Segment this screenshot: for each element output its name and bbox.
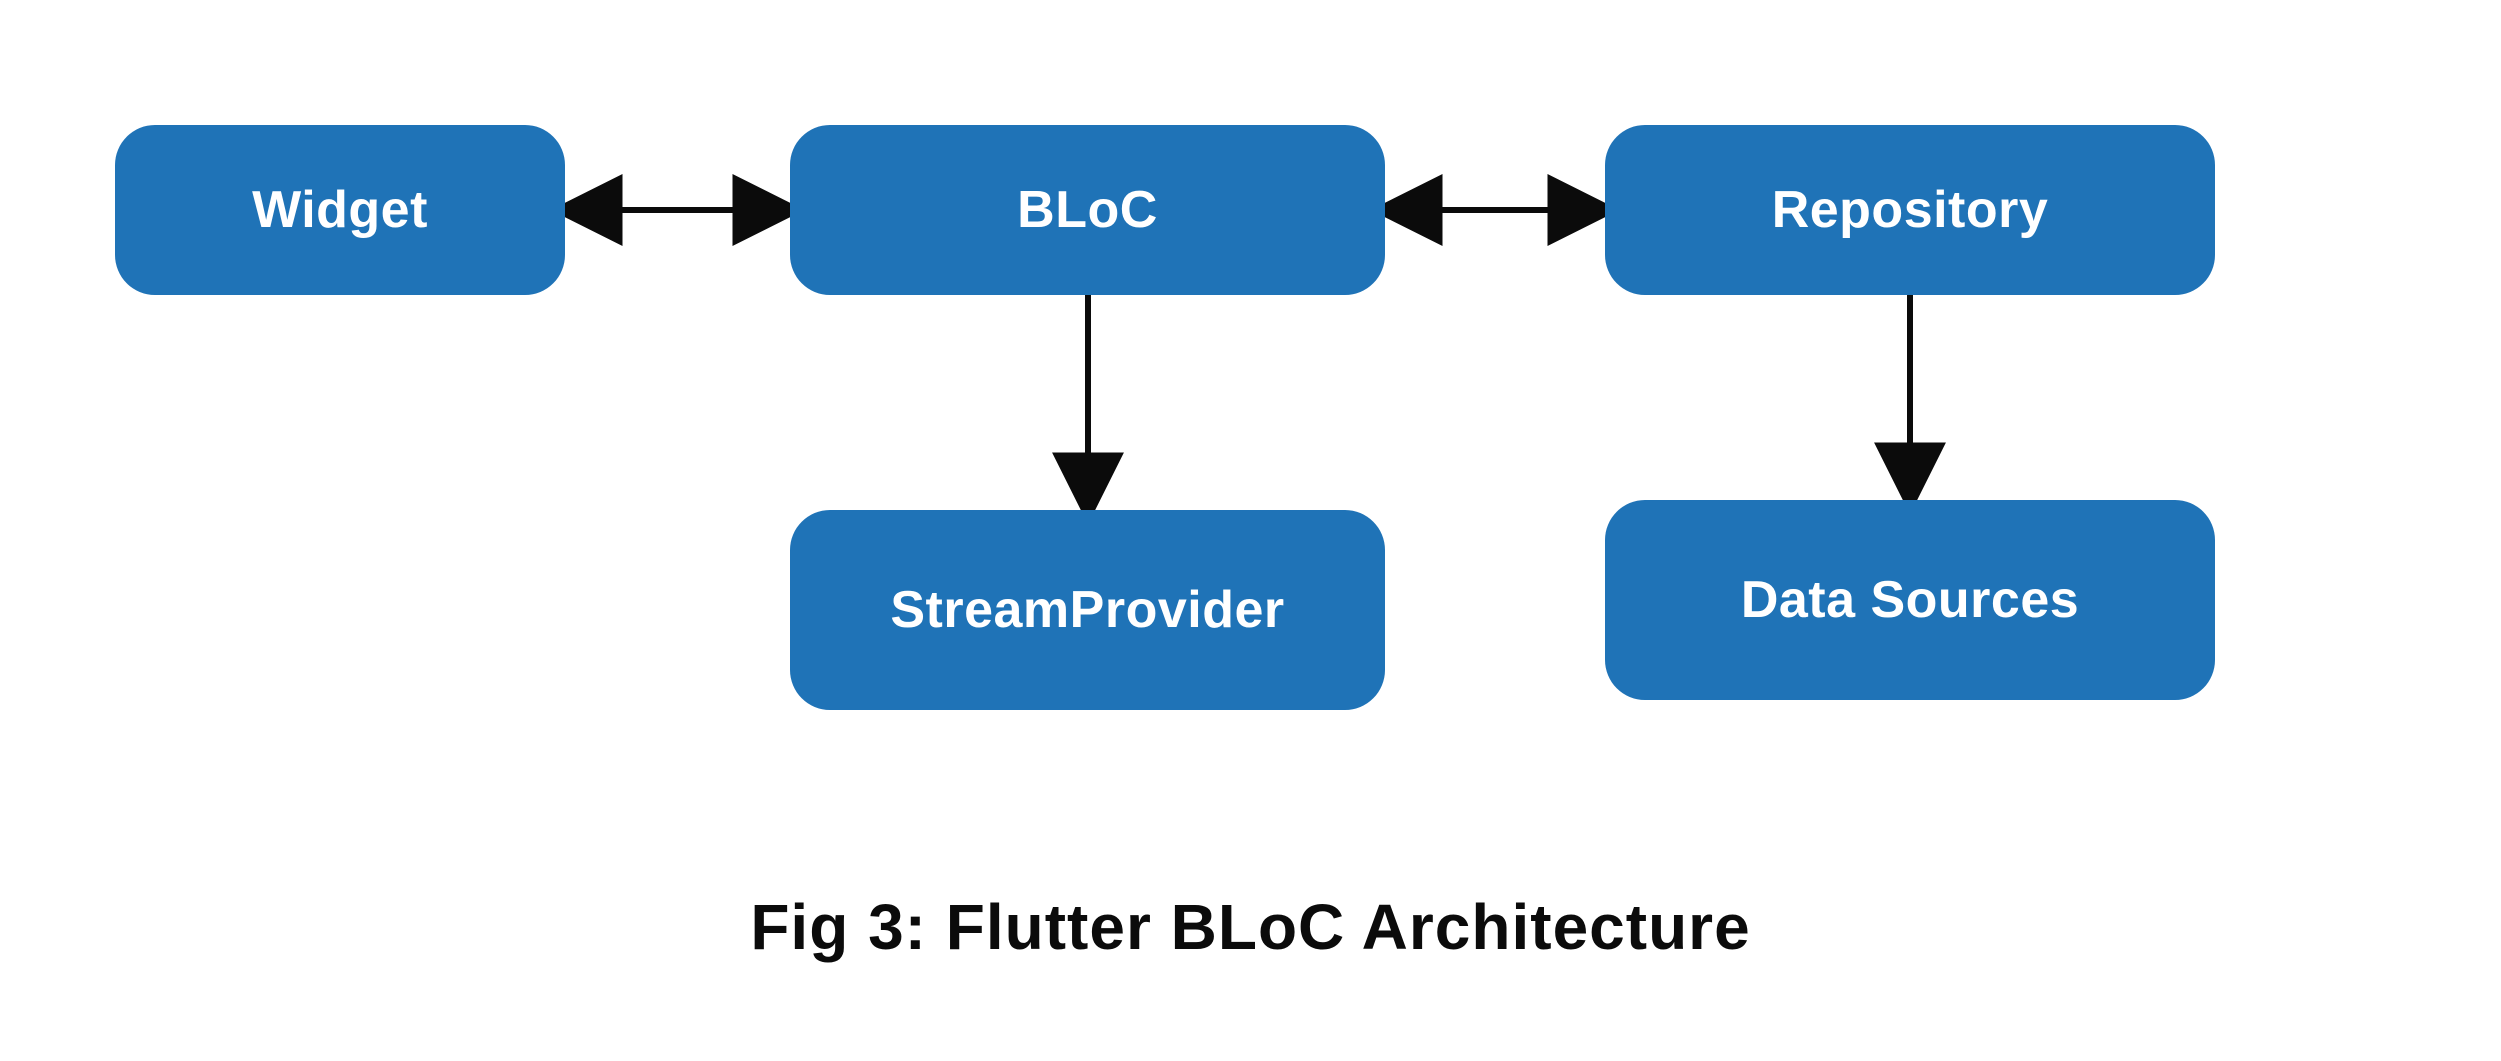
diagram-canvas: Widget BLoC Repository StreamProvider Da… — [0, 0, 2501, 1061]
node-repository-label: Repository — [1772, 180, 2049, 240]
node-widget-label: Widget — [252, 180, 428, 240]
node-streamprovider-label: StreamProvider — [890, 580, 1284, 640]
node-datasources-label: Data Sources — [1741, 570, 2079, 630]
node-repository: Repository — [1605, 125, 2215, 295]
node-datasources: Data Sources — [1605, 500, 2215, 700]
node-streamprovider: StreamProvider — [790, 510, 1385, 710]
figure-caption: Fig 3: Flutter BLoC Architecture — [0, 890, 2501, 964]
node-bloc-label: BLoC — [1017, 180, 1158, 240]
node-widget: Widget — [115, 125, 565, 295]
node-bloc: BLoC — [790, 125, 1385, 295]
